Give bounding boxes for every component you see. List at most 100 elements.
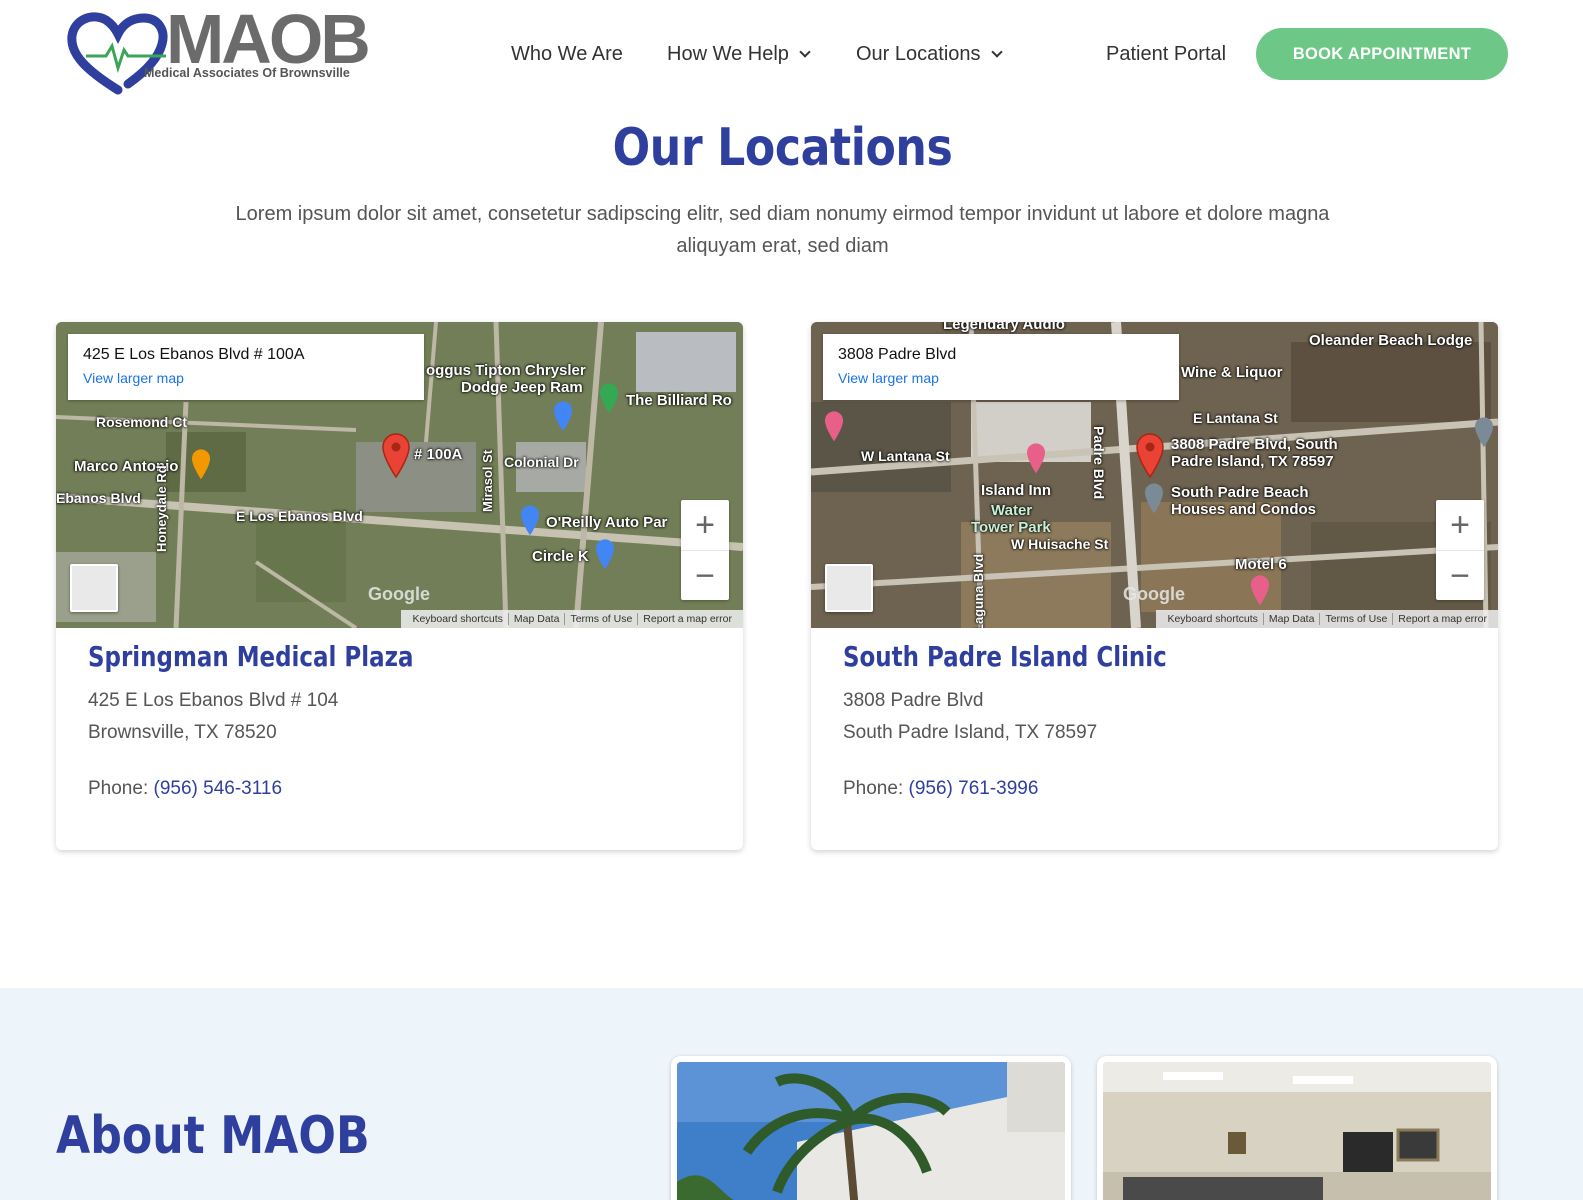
map-label: W Huisache St <box>1011 536 1109 552</box>
map-pin-icon[interactable] <box>381 432 411 478</box>
zoom-in-icon[interactable]: + <box>1436 500 1484 550</box>
palm-tree-image <box>677 1062 1065 1200</box>
phone-row: Phone: (956) 761-3996 <box>843 778 1038 800</box>
about-title: About MAOB <box>56 1106 370 1166</box>
zoom-in-icon[interactable]: + <box>681 500 729 550</box>
google-logo: Google <box>1123 584 1185 604</box>
intro-text: Lorem ipsum dolor sit amet, consetetur s… <box>235 203 1330 257</box>
clinic-exterior-photo <box>671 1056 1071 1200</box>
nav-patient-portal[interactable]: Patient Portal <box>1106 38 1226 70</box>
terms-of-use-link[interactable]: Terms of Use <box>564 613 638 625</box>
map-label: O'Reilly Auto Par <box>546 514 668 531</box>
restaurant-pin-icon <box>191 449 211 480</box>
map-label: Oleander Beach Lodge <box>1309 332 1473 349</box>
map-attribution: Keyboard shortcuts Map Data Terms of Use Re… <box>1156 610 1498 628</box>
clinic-interior-photo <box>1097 1056 1497 1200</box>
waiting-room-image <box>1103 1062 1491 1200</box>
location-card-springman: oggus Tipton Chrysler Dodge Jeep Ram The… <box>56 322 743 850</box>
address-line-2: South Padre Island, TX 78597 <box>843 722 1098 743</box>
map-label: Padre Island, TX 78597 <box>1171 453 1334 470</box>
map-zoom-control: + − <box>681 500 729 600</box>
store-pin-icon <box>595 539 615 570</box>
map-label: E Los Ebanos Blvd <box>236 508 363 524</box>
keyboard-shortcuts-link[interactable]: Keyboard shortcuts <box>1162 613 1262 625</box>
location-name: Springman Medical Plaza <box>88 640 414 673</box>
page-title: Our Locations <box>612 118 953 178</box>
map-label: Ebanos Blvd <box>56 490 141 506</box>
map-label: Mirasol St <box>480 449 495 512</box>
phone-label: Phone: <box>843 778 904 799</box>
place-pin-icon <box>1144 483 1164 514</box>
chevron-down-icon <box>990 46 1003 58</box>
map-label: Dodge Jeep Ram <box>461 379 583 396</box>
address-line-2: Brownsville, TX 78520 <box>88 722 277 743</box>
map-embed[interactable]: oggus Tipton Chrysler Dodge Jeep Ram The… <box>56 322 743 628</box>
hotel-pin-icon <box>1250 575 1270 606</box>
map-label: Water <box>991 502 1033 519</box>
google-logo: Google <box>368 584 430 604</box>
phone-link[interactable]: (956) 761-3996 <box>909 778 1039 799</box>
keyboard-shortcuts-link[interactable]: Keyboard shortcuts <box>407 613 507 625</box>
map-layers-button[interactable] <box>825 564 873 612</box>
map-label: Honeydale Rd <box>154 465 169 552</box>
map-label: Houses and Condos <box>1171 501 1317 518</box>
site-header: MAOB Medical Associates Of Brownsville W… <box>0 0 1583 108</box>
map-address: 425 E Los Ebanos Blvd # 100A <box>83 346 305 363</box>
nav-how-we-help[interactable]: How We Help <box>667 38 811 70</box>
map-info-box: 3808 Padre Blvd View larger map <box>823 334 1179 400</box>
map-label: Tower Park <box>971 519 1051 536</box>
map-label: Island Inn <box>981 482 1052 499</box>
phone-label: Phone: <box>88 778 149 799</box>
nav-label: Patient Portal <box>1106 43 1227 65</box>
hotel-pin-icon <box>824 411 844 442</box>
map-label: W Lantana St <box>861 448 950 464</box>
view-larger-map-link[interactable]: View larger map <box>83 370 409 386</box>
place-pin-icon <box>1474 417 1494 448</box>
phone-row: Phone: (956) 546-3116 <box>88 778 282 800</box>
view-larger-map-link[interactable]: View larger map <box>838 370 1164 386</box>
map-pin-icon[interactable] <box>1135 432 1165 478</box>
nav-our-locations[interactable]: Our Locations <box>856 38 1003 70</box>
map-zoom-control: + − <box>1436 500 1484 600</box>
shop-pin-icon <box>520 505 540 536</box>
map-label: Circle K <box>532 548 589 565</box>
map-info-box: 425 E Los Ebanos Blvd # 100A View larger… <box>68 334 424 400</box>
map-label: E Lantana St <box>1193 410 1278 426</box>
map-label: Padre Blvd <box>1091 426 1107 500</box>
place-pin-icon <box>599 383 619 414</box>
report-map-error-link[interactable]: Report a map error <box>1392 613 1492 625</box>
map-data-link[interactable]: Map Data <box>507 613 565 625</box>
report-map-error-link[interactable]: Report a map error <box>637 613 737 625</box>
map-label: Laguna Blvd <box>971 553 986 628</box>
map-address: 3808 Padre Blvd <box>838 346 957 363</box>
map-label: # 100A <box>414 446 463 463</box>
map-label: Legendary Audio <box>943 322 1065 333</box>
address-line-1: 425 E Los Ebanos Blvd # 104 <box>88 690 339 711</box>
terms-of-use-link[interactable]: Terms of Use <box>1319 613 1393 625</box>
chevron-down-icon <box>799 46 811 58</box>
book-appointment-button[interactable]: BOOK APPOINTMENT <box>1256 28 1508 80</box>
nav-label: How We Help <box>667 43 789 65</box>
map-label: Wine & Liquor <box>1181 364 1283 381</box>
phone-link[interactable]: (956) 546-3116 <box>154 778 283 799</box>
nav-label: Our Locations <box>856 43 981 65</box>
map-label: Motel 6 <box>1235 556 1287 573</box>
map-data-link[interactable]: Map Data <box>1262 613 1320 625</box>
map-label: Colonial Dr <box>504 454 579 470</box>
zoom-out-icon[interactable]: − <box>1436 550 1484 600</box>
shop-pin-icon <box>553 401 573 432</box>
address-line-1: 3808 Padre Blvd <box>843 690 984 711</box>
map-label: oggus Tipton Chrysler <box>426 362 586 379</box>
hotel-pin-icon <box>1026 443 1046 474</box>
nav-label: Who We Are <box>511 43 623 65</box>
map-label: Rosemond Ct <box>96 414 187 430</box>
location-name: South Padre Island Clinic <box>843 640 1167 673</box>
map-attribution: Keyboard shortcuts Map Data Terms of Use Re… <box>401 610 743 628</box>
map-embed[interactable]: Legendary Audio Oleander Beach Lodge Win… <box>811 322 1498 628</box>
map-label: The Billiard Ro <box>626 392 732 409</box>
nav-who-we-are[interactable]: Who We Are <box>511 38 623 70</box>
map-layers-button[interactable] <box>70 564 118 612</box>
location-card-south-padre: Legendary Audio Oleander Beach Lodge Win… <box>811 322 1498 850</box>
zoom-out-icon[interactable]: − <box>681 550 729 600</box>
map-label: South Padre Beach <box>1171 484 1309 501</box>
